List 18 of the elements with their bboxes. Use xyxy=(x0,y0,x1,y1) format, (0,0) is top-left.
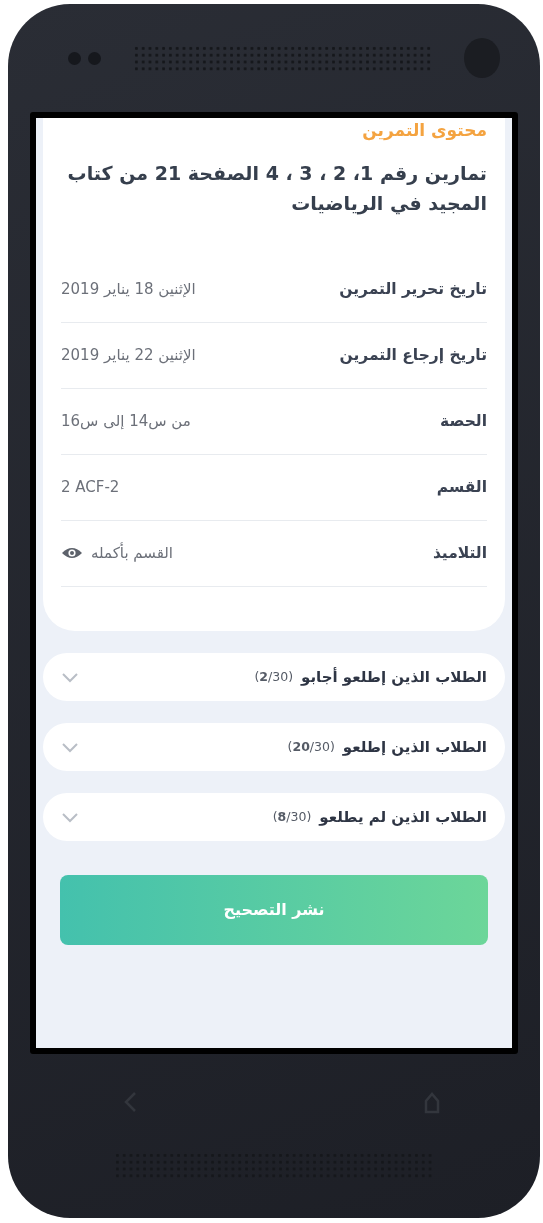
eye-icon[interactable] xyxy=(61,546,83,561)
detail-label: الحصة xyxy=(440,412,487,431)
chevron-icon xyxy=(61,740,79,753)
detail-value: الإثنين 18 يناير 2019 xyxy=(61,280,196,299)
chevron-icon xyxy=(61,670,79,683)
section-title: محتوى التمرين xyxy=(361,120,487,140)
detail-label: القسم xyxy=(436,478,487,497)
detail-label: تاريخ إرجاع التمرين xyxy=(339,346,487,365)
detail-value: من س14 إلى س16 xyxy=(61,412,191,431)
detail-value: القسم بأكمله xyxy=(91,544,174,563)
exercise-title: تمارين رقم 1، 2 ، 3 ، 4 الصفحة 21 من كتاب المجيد في الرياضيات xyxy=(66,161,487,217)
detail-label: تاريخ تحرير التمرين xyxy=(339,280,487,299)
chevron-icon xyxy=(61,810,79,823)
detail-value: الإثنين 22 يناير 2019 xyxy=(61,346,196,365)
sensor-icon xyxy=(68,51,81,65)
detail-value: 2 ACF-2 xyxy=(61,478,120,497)
sensor-icon xyxy=(88,51,101,65)
detail-label: التلاميذ xyxy=(432,544,487,563)
